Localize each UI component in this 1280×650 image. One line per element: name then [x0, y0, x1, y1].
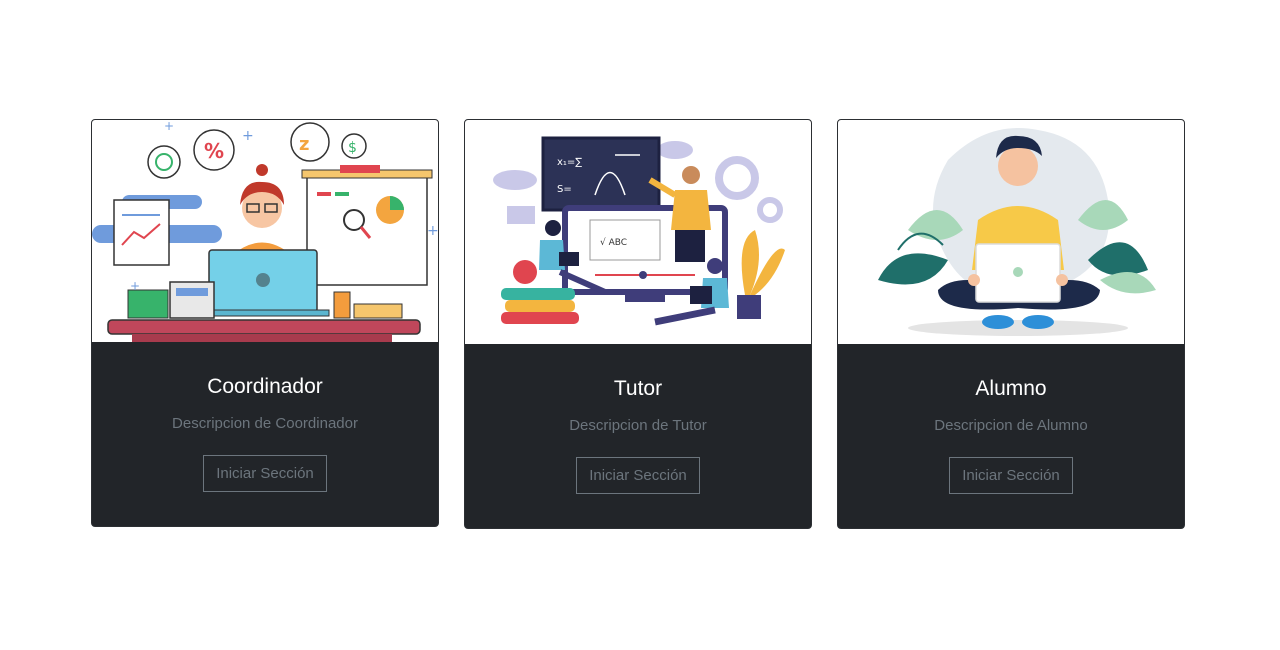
svg-text:x₁=∑: x₁=∑ [557, 157, 582, 168]
login-button-coordinador[interactable]: Iniciar Sección [203, 455, 327, 492]
svg-text:√ ABC: √ ABC [600, 237, 627, 248]
svg-text:S=: S= [557, 184, 572, 195]
card-description: Descripcion de Tutor [569, 417, 707, 434]
card-title: Alumno [975, 377, 1047, 400]
card-description: Descripcion de Coordinador [172, 415, 358, 432]
card-alumno: Alumno Descripcion de Alumno Iniciar Sec… [837, 119, 1185, 529]
svg-text:+: + [164, 120, 174, 133]
card-body: Tutor Descripcion de Tutor Iniciar Secci… [465, 344, 811, 528]
card-description: Descripcion de Alumno [934, 417, 1088, 434]
svg-text:+: + [242, 128, 254, 144]
svg-text:%: % [204, 139, 224, 163]
login-button-alumno[interactable]: Iniciar Sección [949, 457, 1073, 494]
card-coordinador: % z $ + + + + Coordinador Descripcion de… [91, 119, 439, 527]
svg-text:+: + [130, 279, 140, 293]
card-title: Tutor [613, 377, 663, 400]
card-body: Alumno Descripcion de Alumno Iniciar Sec… [838, 344, 1184, 528]
card-tutor: x₁=∑ S= √ ABC Tutor Descripcion de Tutor… [464, 119, 812, 529]
card-body: Coordinador Descripcion de Coordinador I… [92, 342, 438, 526]
login-button-tutor[interactable]: Iniciar Sección [576, 457, 700, 494]
svg-text:+: + [427, 223, 439, 239]
svg-text:$: $ [348, 140, 357, 156]
student-illustration [838, 120, 1184, 344]
tutor-illustration: x₁=∑ S= √ ABC [465, 120, 811, 344]
svg-text:z: z [299, 134, 309, 155]
coordinator-illustration: % z $ + + + + [92, 120, 438, 342]
card-title: Coordinador [207, 375, 323, 398]
